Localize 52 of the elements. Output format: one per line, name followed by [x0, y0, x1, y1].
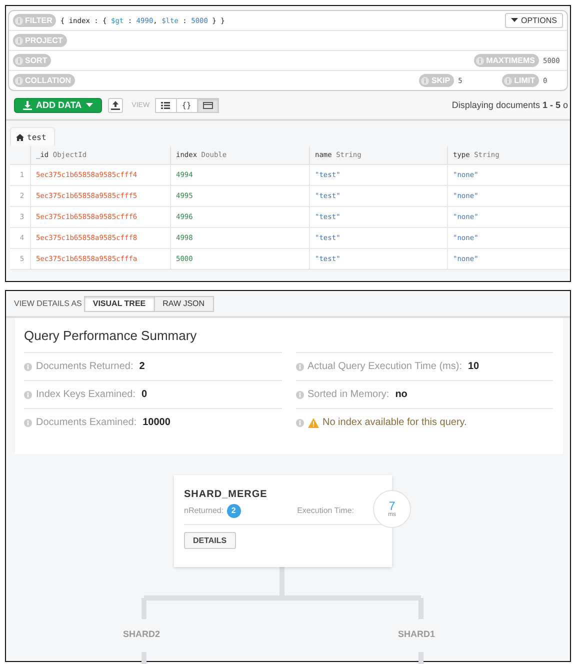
view-tab[interactable]: RAW JSON	[154, 296, 214, 312]
info-icon	[15, 56, 23, 64]
info-icon	[15, 76, 23, 84]
info-icon	[15, 16, 23, 24]
tree-connector	[418, 652, 424, 664]
tree-connector	[142, 652, 146, 664]
metric-label: Documents Returned:	[36, 361, 134, 372]
upload-icon	[110, 100, 120, 110]
document-count: Displaying documents 1 - 5 o	[452, 100, 568, 110]
info-icon	[296, 418, 304, 426]
stage-name: SHARD2	[123, 629, 160, 639]
metric-label: Sorted in Memory:	[308, 389, 390, 400]
info-icon	[476, 56, 484, 64]
import-button[interactable]	[108, 98, 123, 112]
details-button[interactable]: DETAILS	[184, 532, 236, 549]
execution-time-label: Execution Time:	[297, 506, 354, 515]
options-button[interactable]: OPTIONS	[504, 13, 563, 28]
info-icon	[296, 362, 304, 370]
metric-label: Actual Query Execution Time (ms):	[308, 361, 462, 372]
caret-icon	[86, 102, 93, 108]
info-icon	[504, 76, 512, 84]
warning-icon	[308, 418, 318, 428]
home-icon	[16, 134, 24, 140]
stage-name: SHARD1	[398, 629, 436, 639]
json-view-button[interactable]: {}	[176, 98, 198, 112]
returned-label: nReturned:	[184, 506, 224, 515]
collection-tab[interactable]: test	[10, 127, 56, 146]
metric-value: 0	[142, 389, 148, 400]
metric-label: Index Keys Examined:	[36, 389, 136, 400]
stage-name: SHARD_MERGE	[184, 489, 268, 500]
list-view-button[interactable]	[154, 98, 177, 112]
info-icon	[15, 36, 23, 44]
metric-value: 10000	[142, 417, 170, 428]
table-view-button[interactable]	[196, 98, 219, 112]
list-icon	[161, 102, 170, 108]
summary-title: Query Performance Summary	[24, 328, 198, 345]
warning-text: No index available for this query.	[322, 417, 467, 428]
returned-badge: 2	[226, 504, 241, 518]
view-tab[interactable]: VISUAL TREE	[84, 296, 155, 312]
info-icon	[296, 390, 304, 398]
metric-value: 2	[139, 361, 145, 372]
download-icon	[23, 100, 32, 110]
caret-icon	[510, 18, 518, 23]
info-icon	[24, 362, 32, 370]
table-icon	[202, 102, 213, 108]
info-icon	[421, 76, 430, 84]
info-icon	[24, 390, 32, 398]
metric-value: 10	[468, 361, 480, 372]
metric-label: Documents Examined:	[36, 417, 137, 428]
metric-value: no	[395, 389, 408, 400]
info-icon	[24, 418, 32, 426]
view-details-label: VIEW DETAILS AS	[14, 299, 82, 308]
